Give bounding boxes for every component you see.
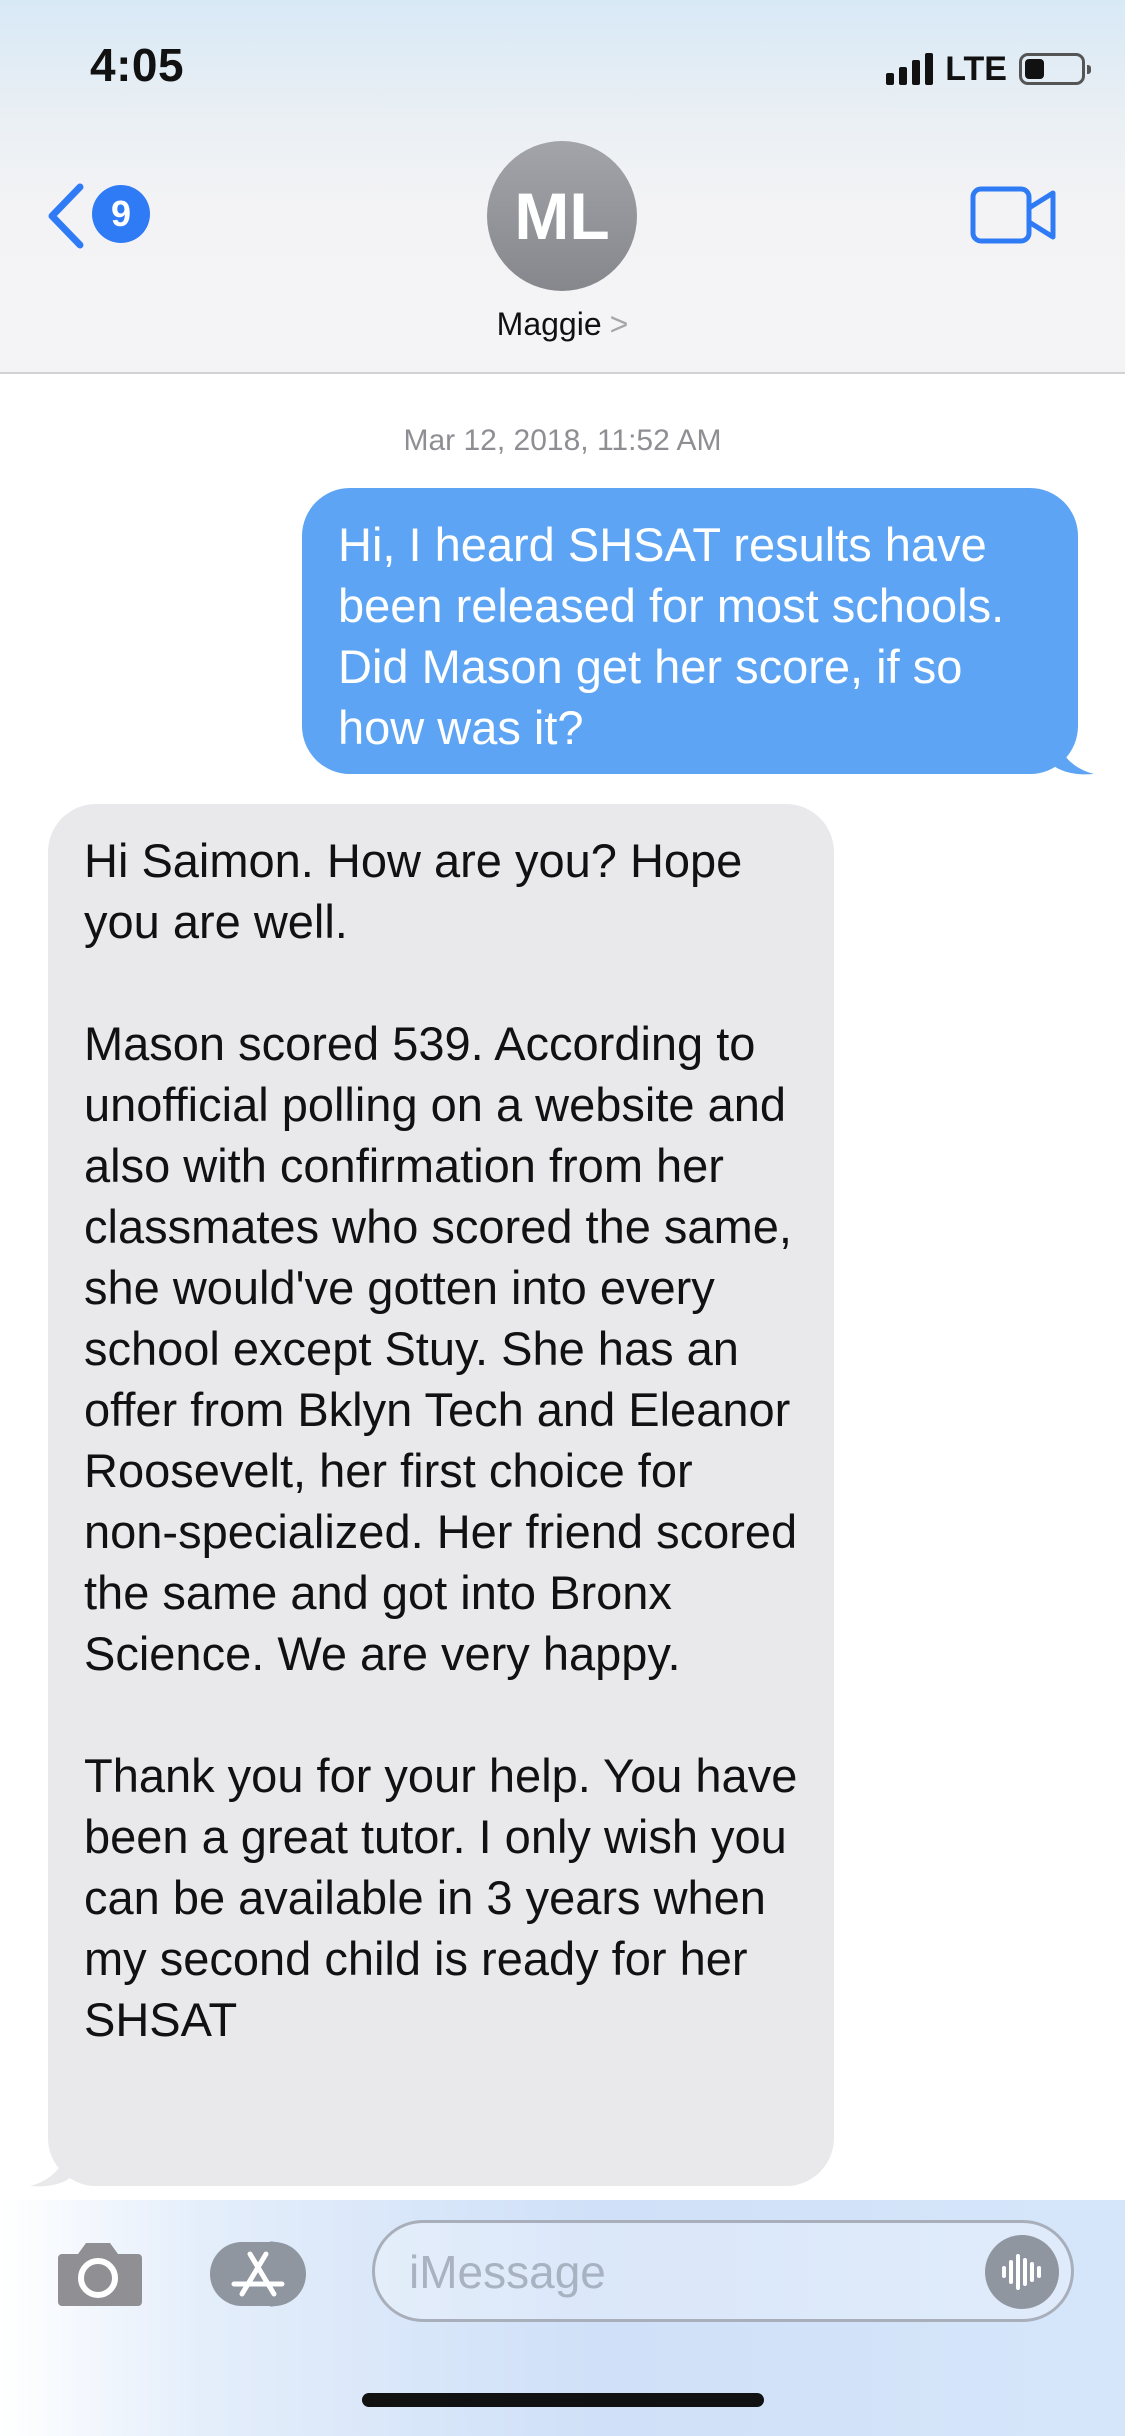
outgoing-message-bubble[interactable]: Hi, I heard SHSAT results have been rele… [302, 488, 1078, 774]
message-placeholder: iMessage [409, 2246, 606, 2298]
signal-strength-icon [886, 53, 934, 85]
status-indicators: LTE [886, 46, 1091, 92]
message-text: Thank you for your help. You have been a… [84, 1749, 798, 2046]
battery-icon [1019, 53, 1091, 85]
camera-icon[interactable] [52, 2238, 144, 2308]
chevron-right-icon: > [609, 306, 629, 342]
network-type: LTE [945, 49, 1007, 88]
bubble-tail [1050, 728, 1094, 775]
conversation-header: 4:05 LTE 9 ML Maggie > [0, 0, 1125, 374]
status-time: 4:05 [90, 39, 185, 91]
message-input-bar: iMessage [0, 2200, 1125, 2436]
video-camera-icon[interactable] [970, 184, 1056, 246]
message-text: Hi Saimon. How are you? Hope you are wel… [84, 834, 743, 948]
back-button[interactable]: 9 [46, 176, 156, 256]
app-store-icon[interactable] [208, 2240, 320, 2308]
message-timestamp: Mar 12, 2018, 11:52 AM [403, 424, 722, 457]
message-input[interactable]: iMessage [372, 2220, 1074, 2322]
bubble-tail [30, 2140, 74, 2187]
contact-name-button[interactable]: Maggie > [0, 306, 1125, 343]
incoming-message-bubble[interactable]: Hi Saimon. How are you? Hope you are wel… [48, 804, 834, 2186]
chevron-left-icon [48, 183, 84, 249]
unread-count-badge: 9 [92, 185, 150, 243]
message-text: Mason scored 539. According to unofficia… [84, 1017, 798, 1680]
audio-message-button[interactable] [985, 2235, 1059, 2309]
home-indicator[interactable] [362, 2393, 764, 2407]
message-text: Hi, I heard SHSAT results have been rele… [338, 518, 1005, 754]
contact-name: Maggie [496, 306, 602, 342]
contact-avatar[interactable]: ML [487, 141, 637, 291]
audio-waveform-icon [1002, 2254, 1041, 2290]
